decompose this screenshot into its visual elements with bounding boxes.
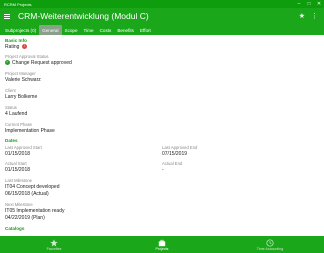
manager-value: Valerie Schwarz [5, 77, 41, 83]
nav-favorites-label: Favorites [46, 246, 62, 251]
actual-start-value: 01/15/2018 [5, 167, 31, 173]
tab-benefits[interactable]: Benefits [114, 25, 137, 35]
tab-scope[interactable]: Scope [62, 25, 81, 35]
actual-end-value: - [162, 167, 164, 173]
window-title: RCRM Projects [4, 1, 32, 7]
next-milestone-value: IT05 Implementation ready [5, 208, 65, 214]
rating-alert-icon: ! [21, 44, 27, 50]
maximize-button[interactable]: □ [304, 0, 314, 8]
last-milestone-date: 06/15/2018 (Actual) [5, 191, 49, 197]
tab-effort[interactable]: Effort [137, 25, 154, 35]
last-milestone-value: IT04 Concept developed [5, 184, 60, 190]
nav-time-accounting[interactable]: Time Accounting [216, 236, 324, 253]
app-bar: CRM-Weiterentwicklung (Modul C) ★ ⋮ [0, 8, 324, 24]
close-button[interactable]: ✕ [314, 0, 324, 8]
minimize-button[interactable]: – [294, 0, 304, 8]
details-panel[interactable]: Basic Info Rating ! Project Approval Sta… [0, 35, 324, 235]
section-dates: Dates [5, 138, 18, 143]
tab-costs[interactable]: Costs [97, 25, 115, 35]
more-options-icon[interactable]: ⋮ [311, 12, 318, 20]
next-milestone-label: Next Milestone [5, 202, 33, 207]
briefcase-icon [158, 239, 166, 247]
last-milestone-label: Last Milestone [5, 178, 32, 183]
last-approved-end-value: 07/15/2019 [162, 151, 188, 157]
last-approved-start-value: 01/15/2018 [5, 151, 31, 157]
clock-icon [266, 238, 274, 247]
approval-status-label: Project Approval Status [5, 54, 49, 59]
nav-projects-label: Projects [155, 246, 169, 251]
phase-label: Current Phase [5, 122, 32, 127]
status-label: Status [5, 105, 17, 110]
approval-status-value: Change Request approved [12, 60, 72, 66]
actual-end-label: Actual End [162, 161, 183, 166]
section-basic-info: Basic Info [5, 38, 27, 43]
nav-time-accounting-label: Time Accounting [256, 246, 284, 251]
client-label: Client [5, 88, 16, 93]
phase-value: Implementation Phase [5, 128, 55, 134]
actual-start-label: Actual Start [5, 161, 27, 166]
last-approved-start-label: Last Approved Start [5, 145, 42, 150]
bottom-nav: Favorites Projects Time Accounting [0, 236, 324, 253]
section-catalogs: Catalogs [5, 226, 25, 231]
nav-favorites[interactable]: Favorites [0, 236, 108, 253]
star-icon [50, 238, 58, 247]
rating-row: Rating ! [5, 44, 27, 50]
window-titlebar: RCRM Projects – □ ✕ [0, 0, 324, 8]
client-value: Larry Bolkeme [5, 94, 38, 100]
status-value: 4 Laufend [5, 111, 28, 117]
manager-label: Project Manager [5, 71, 36, 76]
tab-bar: Subprojects (0) General Scope Time Costs… [0, 24, 324, 35]
hamburger-menu-icon[interactable] [0, 8, 14, 24]
approval-status-row: ✓ Change Request approved [5, 60, 72, 66]
favorite-star-icon[interactable]: ★ [299, 12, 305, 20]
rating-label: Rating [5, 44, 20, 50]
check-circle-icon: ✓ [5, 60, 10, 66]
tab-general[interactable]: General [39, 25, 62, 35]
tab-time[interactable]: Time [81, 25, 97, 35]
next-milestone-date: 04/22/2019 (Plan) [5, 215, 45, 221]
page-title: CRM-Weiterentwicklung (Modul C) [18, 11, 149, 21]
tab-subprojects[interactable]: Subprojects (0) [2, 25, 39, 35]
last-approved-end-label: Last Approved End [162, 145, 198, 150]
nav-projects[interactable]: Projects [108, 236, 216, 253]
